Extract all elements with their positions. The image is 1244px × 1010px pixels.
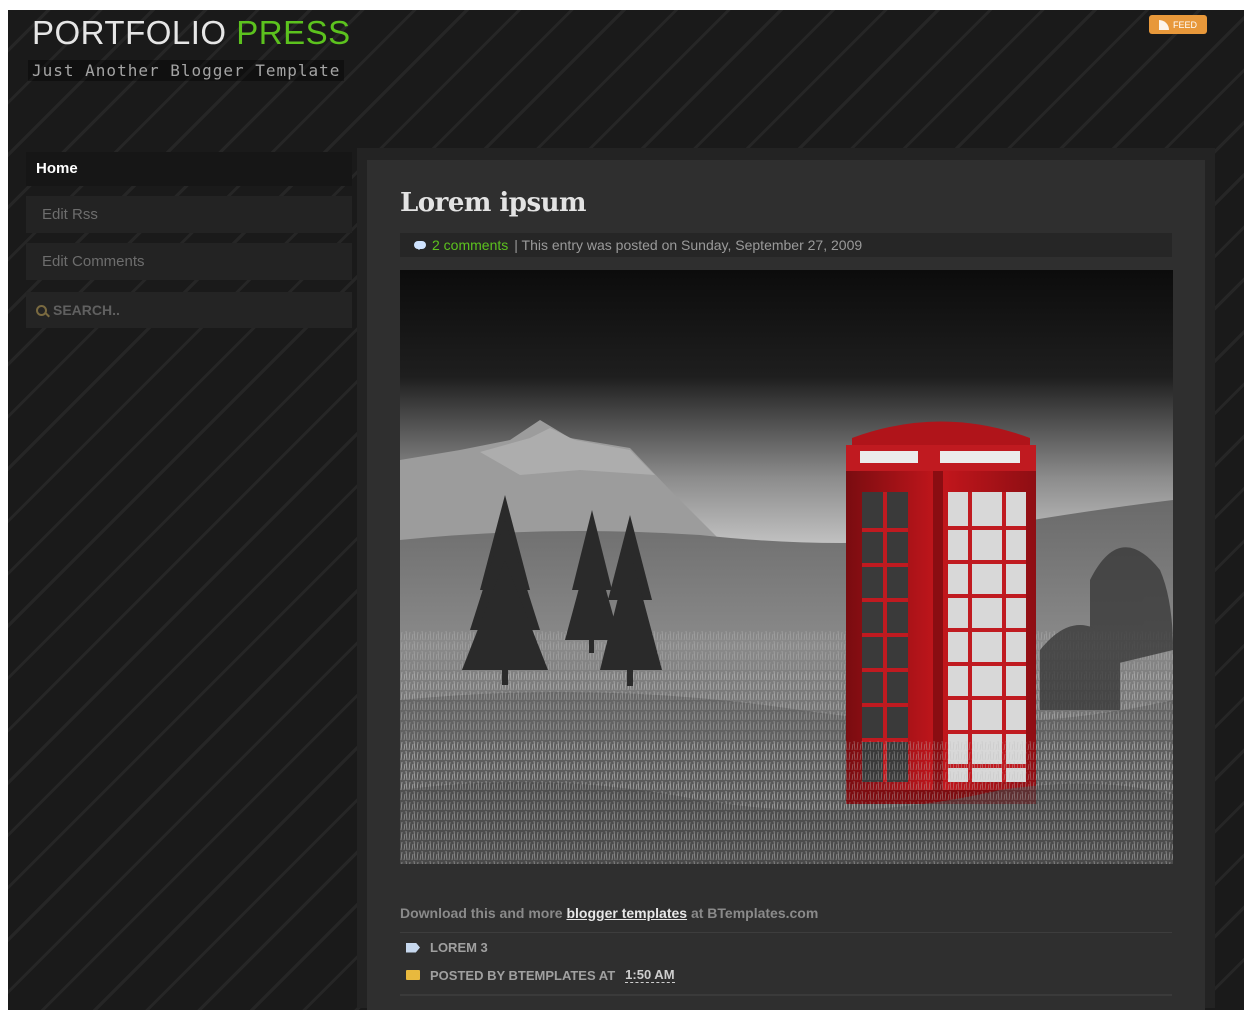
site-logo[interactable]: PORTFOLIO PRESS [32, 14, 351, 52]
label-link[interactable]: LOREM 3 [430, 940, 488, 955]
sidebar-item-edit-rss[interactable]: Edit Rss [26, 196, 352, 233]
comments-link[interactable]: 2 comments [432, 233, 508, 257]
site-tagline: Just Another Blogger Template [28, 60, 345, 81]
post-title[interactable]: Lorem ipsum [400, 188, 587, 218]
divider [400, 932, 1172, 933]
search-box[interactable]: SEARCH.. [26, 292, 352, 328]
magnifier-icon [36, 304, 47, 316]
rss-icon [1158, 19, 1169, 30]
footer-suffix: at BTemplates.com [690, 905, 819, 921]
footer-prefix: Download this and more [400, 905, 563, 921]
search-input[interactable]: SEARCH.. [53, 292, 120, 328]
post-time-link[interactable]: 1:50 AM [625, 967, 675, 983]
sidebar-item-home[interactable]: Home [26, 152, 352, 186]
post-labels-row: LOREM 3 [406, 940, 488, 955]
posted-by-text: POSTED BY BTEMPLATES AT [430, 967, 616, 983]
post-image [400, 270, 1173, 864]
post-meta-bar: 2 comments | This entry was posted on Su… [400, 233, 1172, 257]
site-title-part1: PORTFOLIO [32, 14, 227, 51]
feed-label: FEED [1172, 19, 1197, 30]
tag-icon [406, 942, 420, 953]
speech-bubble-icon [414, 241, 426, 250]
site-title-part2: PRESS [236, 14, 351, 51]
blogger-templates-link[interactable]: blogger templates [566, 905, 687, 921]
sidebar-item-edit-comments[interactable]: Edit Comments [26, 243, 352, 280]
divider-bottom [400, 994, 1172, 996]
feed-button[interactable]: FEED [1149, 15, 1207, 34]
posted-by-row: POSTED BY BTEMPLATES AT 1:50 AM [406, 967, 675, 983]
folder-icon [406, 970, 420, 980]
post-meta-text: | This entry was posted on Sunday, Septe… [514, 237, 863, 253]
post-footer-text: Download this and more blogger templates… [400, 905, 818, 921]
